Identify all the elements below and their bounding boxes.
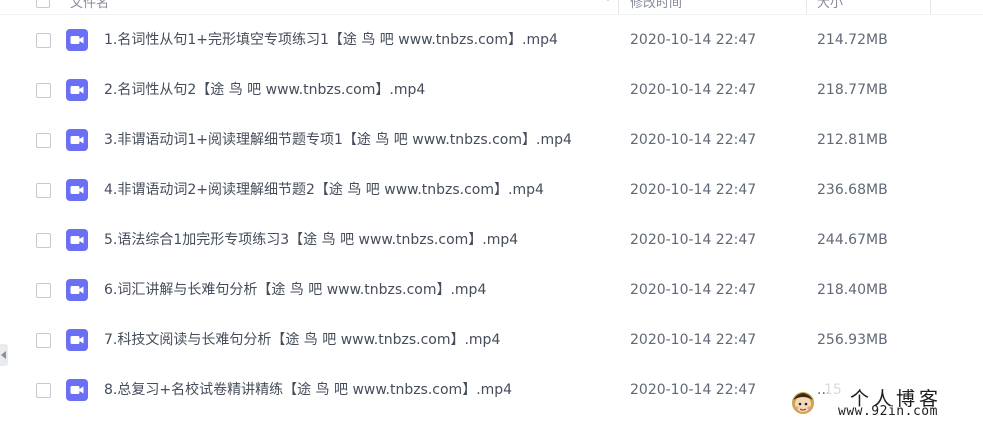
watermark: 15 个人博客 www.92in.com xyxy=(790,382,983,425)
file-row[interactable]: 2.名词性从句2【途 鸟 吧 www.tnbzs.com】.mp4 2020-10… xyxy=(0,65,983,115)
header-name[interactable]: 文件名 xyxy=(70,0,109,11)
column-divider[interactable] xyxy=(930,0,931,14)
file-row[interactable]: 7.科技文阅读与长难句分析【途 鸟 吧 www.tnbzs.com】.mp4 20… xyxy=(0,315,983,365)
video-file-icon xyxy=(66,29,88,51)
file-checkbox[interactable] xyxy=(36,33,51,48)
file-size: 244.67MB xyxy=(817,232,888,248)
file-list: 1.名词性从句1+完形填空专项练习1【途 鸟 吧 www.tnbzs.com】.… xyxy=(0,15,983,415)
header-size[interactable]: 大小 xyxy=(817,0,843,11)
video-file-icon xyxy=(66,79,88,101)
file-modified-time: 2020-10-14 22:47 xyxy=(630,382,757,398)
file-name[interactable]: 6.词汇讲解与长难句分析【途 鸟 吧 www.tnbzs.com】.mp4 xyxy=(104,281,486,299)
file-row[interactable]: 6.词汇讲解与长难句分析【途 鸟 吧 www.tnbzs.com】.mp4 202… xyxy=(0,265,983,315)
watermark-url: www.92in.com xyxy=(838,404,938,419)
file-size: 214.72MB xyxy=(817,32,888,48)
file-checkbox[interactable] xyxy=(36,333,51,348)
collapse-sidebar-button[interactable] xyxy=(0,344,8,366)
watermark-ghost-text: 15 xyxy=(824,382,842,398)
column-divider[interactable] xyxy=(618,0,619,14)
file-modified-time: 2020-10-14 22:47 xyxy=(630,232,757,248)
video-file-icon xyxy=(66,229,88,251)
file-size: 218.77MB xyxy=(817,82,888,98)
file-row[interactable]: 3.非谓语动词1+阅读理解细节题专项1【途 鸟 吧 www.tnbzs.com】… xyxy=(0,115,983,165)
file-checkbox[interactable] xyxy=(36,283,51,298)
file-modified-time: 2020-10-14 22:47 xyxy=(630,132,757,148)
file-size: 218.40MB xyxy=(817,282,888,298)
file-checkbox[interactable] xyxy=(36,183,51,198)
file-modified-time: 2020-10-14 22:47 xyxy=(630,282,757,298)
file-row[interactable]: 5.语法综合1加完形专项练习3【途 鸟 吧 www.tnbzs.com】.mp4… xyxy=(0,215,983,265)
file-name[interactable]: 2.名词性从句2【途 鸟 吧 www.tnbzs.com】.mp4 xyxy=(104,81,425,99)
file-row[interactable]: 1.名词性从句1+完形填空专项练习1【途 鸟 吧 www.tnbzs.com】.… xyxy=(0,15,983,65)
file-size: 256.93MB xyxy=(817,332,888,348)
file-list-header: 文件名 修改时间 大小 xyxy=(0,0,983,15)
file-size: 236.68MB xyxy=(817,182,888,198)
file-modified-time: 2020-10-14 22:47 xyxy=(630,332,757,348)
file-name[interactable]: 4.非谓语动词2+阅读理解细节题2【途 鸟 吧 www.tnbzs.com】.m… xyxy=(104,181,544,199)
file-checkbox[interactable] xyxy=(36,133,51,148)
file-checkbox[interactable] xyxy=(36,383,51,398)
file-name[interactable]: 5.语法综合1加完形专项练习3【途 鸟 吧 www.tnbzs.com】.mp4 xyxy=(104,231,518,249)
video-file-icon xyxy=(66,379,88,401)
file-name[interactable]: 1.名词性从句1+完形填空专项练习1【途 鸟 吧 www.tnbzs.com】.… xyxy=(104,31,558,49)
video-file-icon xyxy=(66,129,88,151)
file-row[interactable]: 4.非谓语动词2+阅读理解细节题2【途 鸟 吧 www.tnbzs.com】.m… xyxy=(0,165,983,215)
cartoon-avatar-icon xyxy=(792,392,814,414)
sort-desc-icon[interactable] xyxy=(604,0,612,1)
file-modified-time: 2020-10-14 22:47 xyxy=(630,82,757,98)
video-file-icon xyxy=(66,329,88,351)
select-all-checkbox[interactable] xyxy=(36,0,50,8)
file-name[interactable]: 7.科技文阅读与长难句分析【途 鸟 吧 www.tnbzs.com】.mp4 xyxy=(104,331,500,349)
file-name[interactable]: 3.非谓语动词1+阅读理解细节题专项1【途 鸟 吧 www.tnbzs.com】… xyxy=(104,131,572,149)
chevron-left-icon xyxy=(1,351,6,359)
file-name[interactable]: 8.总复习+名校试卷精讲精练【途 鸟 吧 www.tnbzs.com】.mp4 xyxy=(104,381,512,399)
video-file-icon xyxy=(66,179,88,201)
file-modified-time: 2020-10-14 22:47 xyxy=(630,32,757,48)
file-size: 212.81MB xyxy=(817,132,888,148)
file-modified-time: 2020-10-14 22:47 xyxy=(630,182,757,198)
header-time[interactable]: 修改时间 xyxy=(630,0,682,11)
column-divider[interactable] xyxy=(806,0,807,14)
file-checkbox[interactable] xyxy=(36,233,51,248)
video-file-icon xyxy=(66,279,88,301)
file-checkbox[interactable] xyxy=(36,83,51,98)
